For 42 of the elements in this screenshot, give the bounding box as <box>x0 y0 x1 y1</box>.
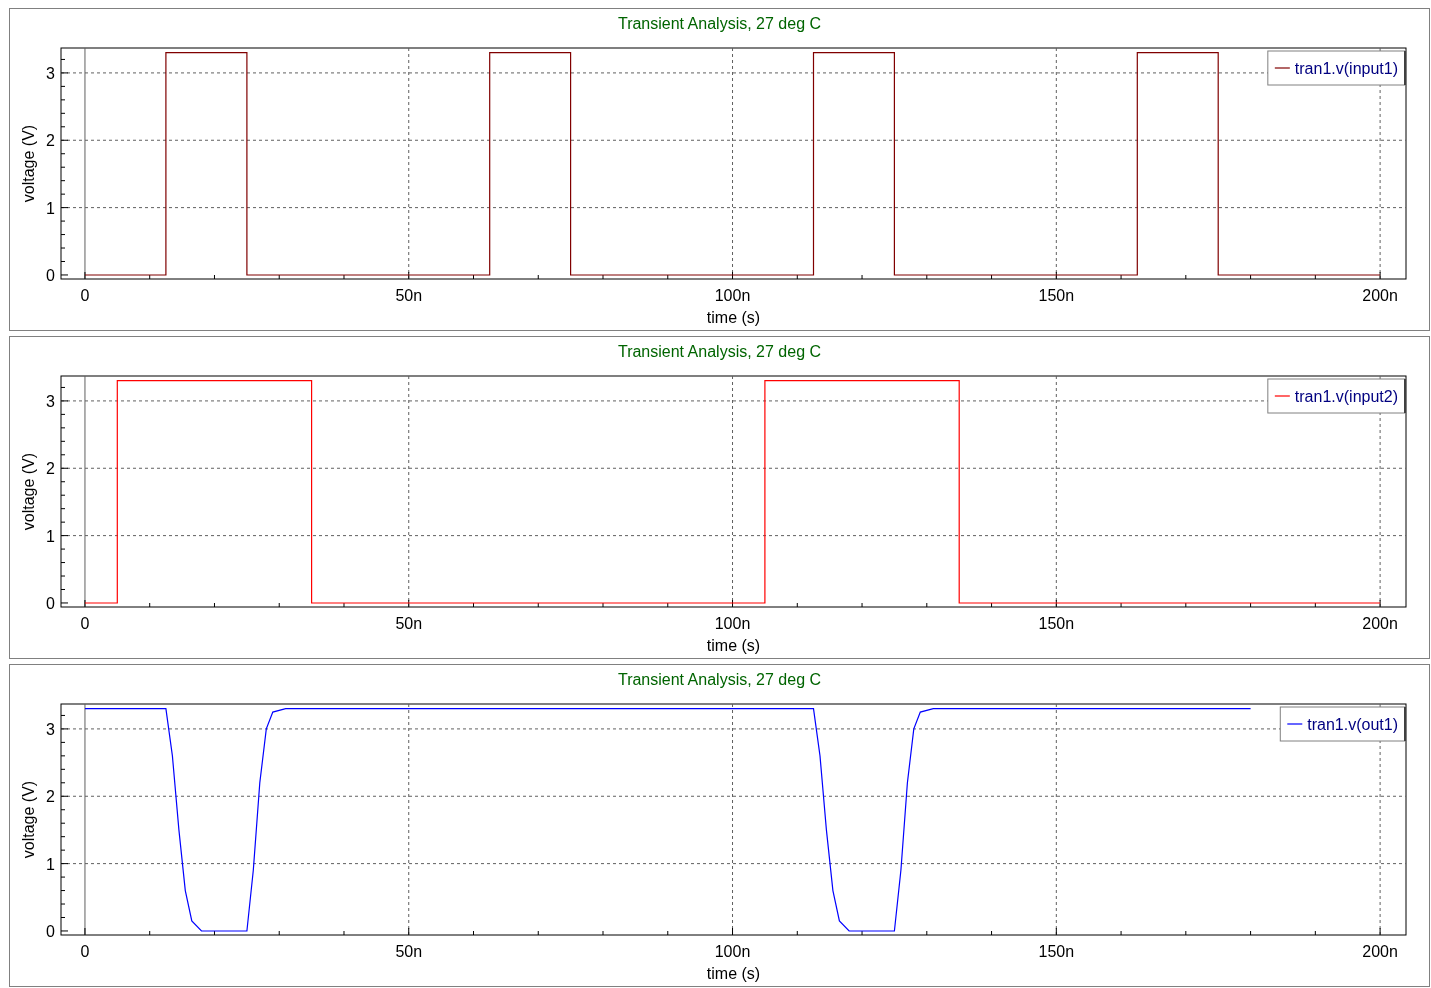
y-tick-label: 1 <box>46 855 55 873</box>
x-tick-label: 50n <box>395 943 423 960</box>
x-tick-label: 100n <box>714 615 751 632</box>
x-tick-label: 0 <box>80 943 90 960</box>
x-tick-label: 150n <box>1038 615 1075 632</box>
x-tick-label: 50n <box>395 615 423 632</box>
legend-label: tran1.v(out1) <box>1307 716 1398 733</box>
y-tick-label: 0 <box>46 266 55 284</box>
legend: tran1.v(input1) <box>1267 50 1407 86</box>
y-axis-label: voltage (V) <box>20 452 37 531</box>
y-tick-label: 1 <box>46 199 55 217</box>
y-axis-label: voltage (V) <box>20 780 37 859</box>
y-tick-label: 3 <box>46 392 55 410</box>
legend: tran1.v(input2) <box>1267 378 1407 414</box>
x-axis-label: time (s) <box>706 309 761 326</box>
y-tick-label: 0 <box>46 922 55 940</box>
x-tick-label: 50n <box>395 287 423 304</box>
y-tick-label: 2 <box>46 788 55 806</box>
x-tick-label: 0 <box>80 287 90 304</box>
x-tick-label: 100n <box>714 943 751 960</box>
x-tick-label: 200n <box>1362 615 1398 632</box>
y-tick-label: 3 <box>46 64 55 82</box>
x-tick-label: 200n <box>1362 287 1398 304</box>
x-tick-label: 100n <box>714 287 751 304</box>
chart-title: Transient Analysis, 27 deg C <box>617 343 822 360</box>
x-tick-label: 200n <box>1362 943 1398 960</box>
x-tick-label: 150n <box>1038 287 1075 304</box>
x-axis-label: time (s) <box>706 637 761 654</box>
x-tick-label: 150n <box>1038 943 1075 960</box>
y-tick-label: 2 <box>46 460 55 478</box>
legend: tran1.v(out1) <box>1279 706 1407 742</box>
y-axis-label: voltage (V) <box>20 124 37 203</box>
y-tick-label: 0 <box>46 594 55 612</box>
x-tick-label: 0 <box>80 615 90 632</box>
y-tick-label: 2 <box>46 132 55 150</box>
chart-title: Transient Analysis, 27 deg C <box>617 671 822 688</box>
x-axis-label: time (s) <box>706 965 761 982</box>
y-tick-label: 3 <box>46 720 55 738</box>
y-tick-label: 1 <box>46 527 55 545</box>
chart-title: Transient Analysis, 27 deg C <box>617 15 822 32</box>
legend-label: tran1.v(input2) <box>1294 388 1398 405</box>
legend-label: tran1.v(input1) <box>1294 60 1398 77</box>
